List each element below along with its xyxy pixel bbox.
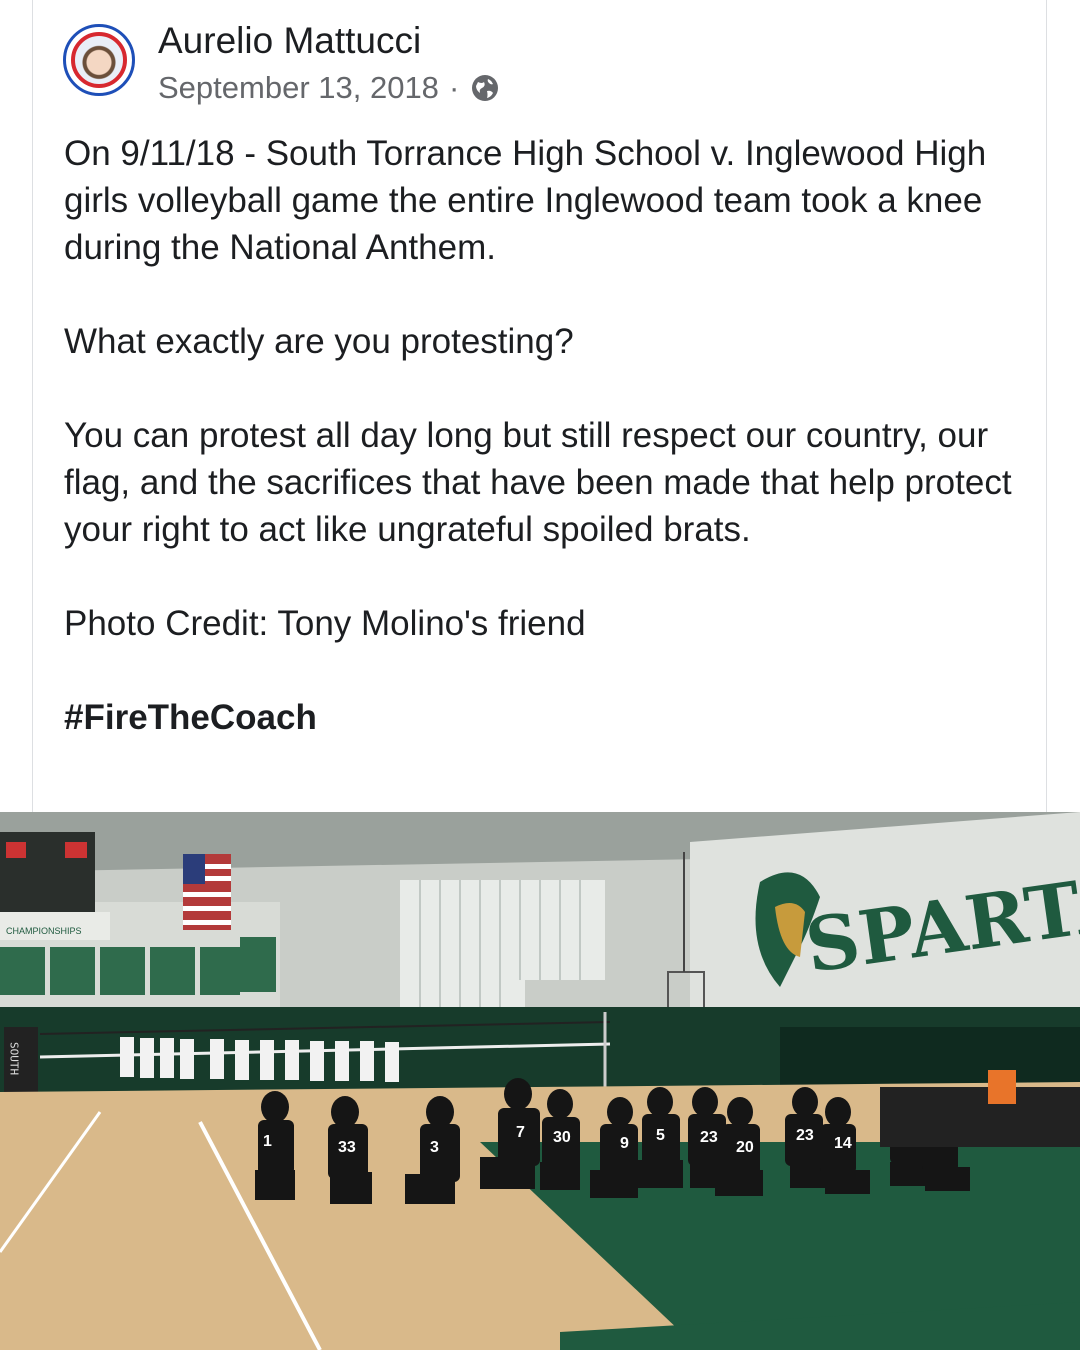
post-photo[interactable]: CHAMPIONSHIPS SPARTAN SOUTH 1 33 3 7 30 …: [0, 812, 1080, 1350]
jersey-number: 7: [516, 1124, 525, 1141]
author-name[interactable]: Aurelio Mattucci: [158, 20, 421, 62]
pad-text: SOUTH: [8, 1042, 21, 1075]
post-paragraph: What exactly are you protesting?: [64, 322, 574, 361]
jersey-number: 30: [553, 1129, 571, 1146]
jersey-number: 23: [700, 1129, 718, 1146]
post-meta: September 13, 2018 ·: [158, 70, 501, 106]
jersey-number: 1: [263, 1133, 272, 1150]
scoreboard-label: CHAMPIONSHIPS: [6, 926, 82, 936]
post-paragraph: Photo Credit: Tony Molino's friend: [64, 604, 586, 643]
gym-photo-illustration: CHAMPIONSHIPS SPARTAN SOUTH 1 33 3 7 30 …: [0, 812, 1080, 1350]
post-date[interactable]: September 13, 2018: [158, 70, 439, 106]
globe-icon: [472, 75, 499, 101]
jersey-number: 14: [834, 1135, 852, 1152]
post-paragraph: On 9/11/18 - South Torrance High School …: [64, 134, 996, 267]
post-paragraph: You can protest all day long but still r…: [64, 416, 1022, 549]
jersey-number: 9: [620, 1135, 629, 1152]
meta-separator: ·: [448, 70, 460, 105]
jersey-number: 20: [736, 1139, 754, 1156]
jersey-number: 5: [656, 1127, 665, 1144]
jersey-number: 3: [430, 1139, 439, 1156]
avatar[interactable]: [63, 24, 135, 96]
hashtag-link[interactable]: #FireTheCoach: [64, 694, 1024, 741]
jersey-number: 23: [796, 1127, 814, 1144]
post-body: On 9/11/18 - South Torrance High School …: [64, 130, 1024, 788]
jersey-number: 33: [338, 1139, 356, 1156]
post-card: Aurelio Mattucci September 13, 2018 · On…: [32, 0, 1047, 812]
